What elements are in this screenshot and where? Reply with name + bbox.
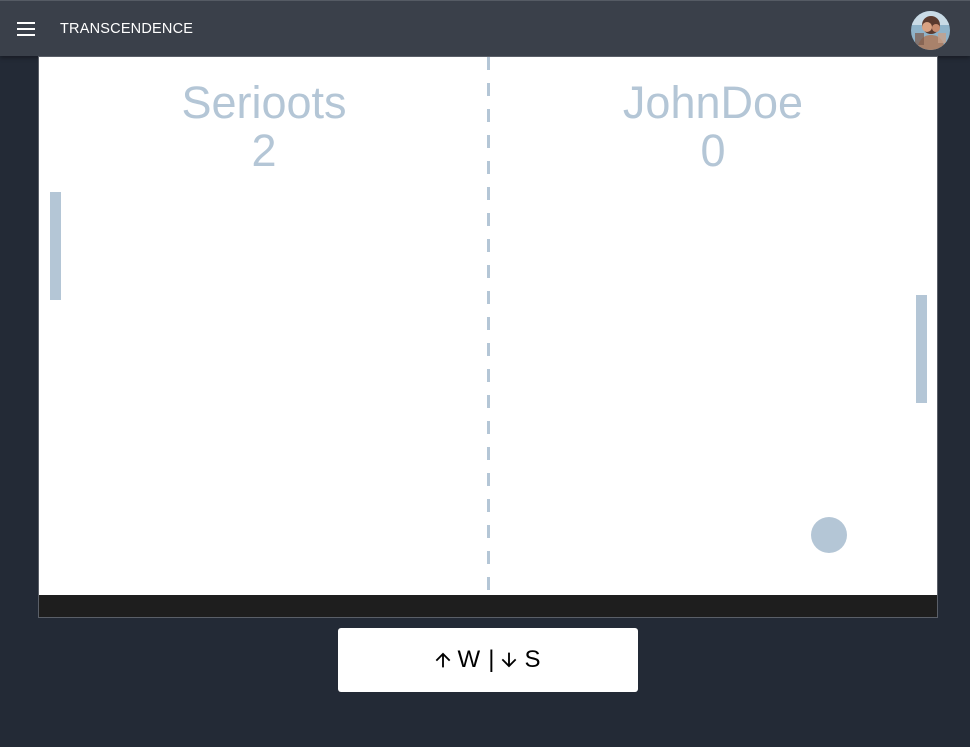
player-right-name: JohnDoe [622,77,804,128]
arrow-up-icon [435,652,450,668]
hamburger-menu-icon [17,22,35,24]
app-title: TRANSCENDENCE [60,21,194,37]
app-bar: TRANSCENDENCE [0,0,970,56]
up-key-label: W [457,646,481,673]
right-paddle [916,295,927,403]
ball [811,517,847,553]
pong-court: Serioots 2 JohnDoe 0 [39,57,937,595]
controls-separator: | [488,646,495,673]
player-right: JohnDoe 0 [563,79,863,175]
down-key-label: S [524,646,541,673]
menu-button[interactable] [7,10,45,48]
player-left-name: Serioots [181,77,347,128]
game-frame: Serioots 2 JohnDoe 0 [38,56,938,618]
hamburger-menu-icon-bar [17,34,35,36]
controls-hint: W | S [338,628,638,692]
left-paddle [50,192,61,300]
user-avatar[interactable] [911,11,950,50]
player-left-score: 2 [251,125,277,176]
player-left: Serioots 2 [114,79,414,175]
arrow-down-icon [502,652,517,668]
center-net [487,57,490,595]
hamburger-menu-icon-bar [17,28,35,30]
avatar-image [911,11,950,50]
player-right-score: 0 [700,125,726,176]
